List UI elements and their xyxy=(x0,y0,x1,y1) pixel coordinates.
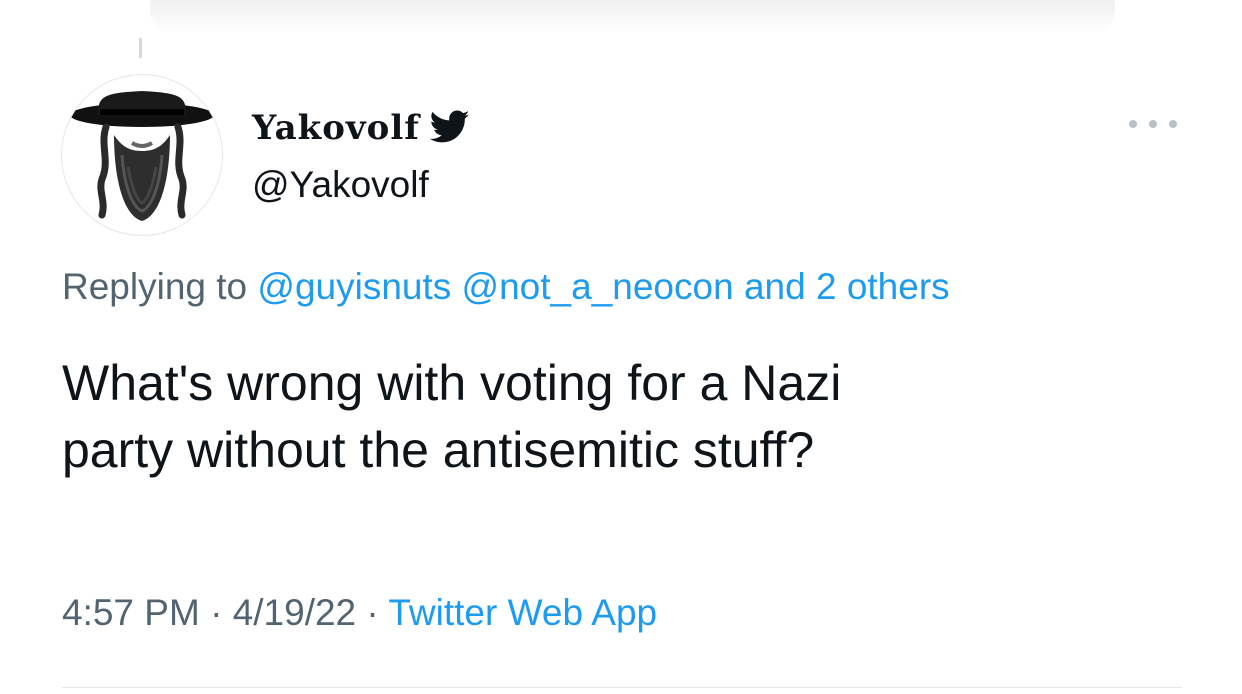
hat-beard-avatar-icon xyxy=(70,91,214,221)
more-options-icon[interactable] xyxy=(1129,116,1177,132)
mention-link[interactable]: @not_a_neocon xyxy=(462,266,734,307)
tweet-text-line: party without the antisemitic stuff? xyxy=(62,422,815,478)
divider xyxy=(62,687,1182,688)
previous-tweet-fade xyxy=(150,0,1115,34)
mention-link[interactable]: @guyisnuts xyxy=(257,266,451,307)
tweet-text: What's wrong with voting for a Nazi part… xyxy=(62,350,1182,484)
avatar[interactable] xyxy=(61,74,223,236)
replying-to-label: Replying to xyxy=(62,266,248,307)
separator-dot: · xyxy=(210,592,223,633)
thread-connector-line xyxy=(139,38,142,58)
replying-to-line: Replying to @guyisnuts @not_a_neocon and… xyxy=(62,266,950,308)
dot-icon xyxy=(1129,120,1137,128)
tweet-date[interactable]: 4/19/22 xyxy=(233,592,356,633)
tweet-time[interactable]: 4:57 PM xyxy=(62,592,200,633)
others-link[interactable]: and 2 others xyxy=(744,266,950,307)
source-app-link[interactable]: Twitter Web App xyxy=(388,592,657,633)
display-name[interactable]: Yakovolf xyxy=(252,108,420,148)
dot-icon xyxy=(1169,120,1177,128)
separator-dot: · xyxy=(366,592,379,633)
tweet-detail: Yakovolf @Yakovolf Replying to @guyisnut… xyxy=(0,0,1242,694)
tweet-text-line: What's wrong with voting for a Nazi xyxy=(62,355,842,411)
twitter-bird-icon xyxy=(429,110,470,146)
dot-icon xyxy=(1149,120,1157,128)
tweet-meta: 4:57 PM · 4/19/22 · Twitter Web App xyxy=(62,592,657,634)
author-name-row[interactable]: Yakovolf xyxy=(252,104,470,152)
author-handle[interactable]: @Yakovolf xyxy=(252,164,429,206)
